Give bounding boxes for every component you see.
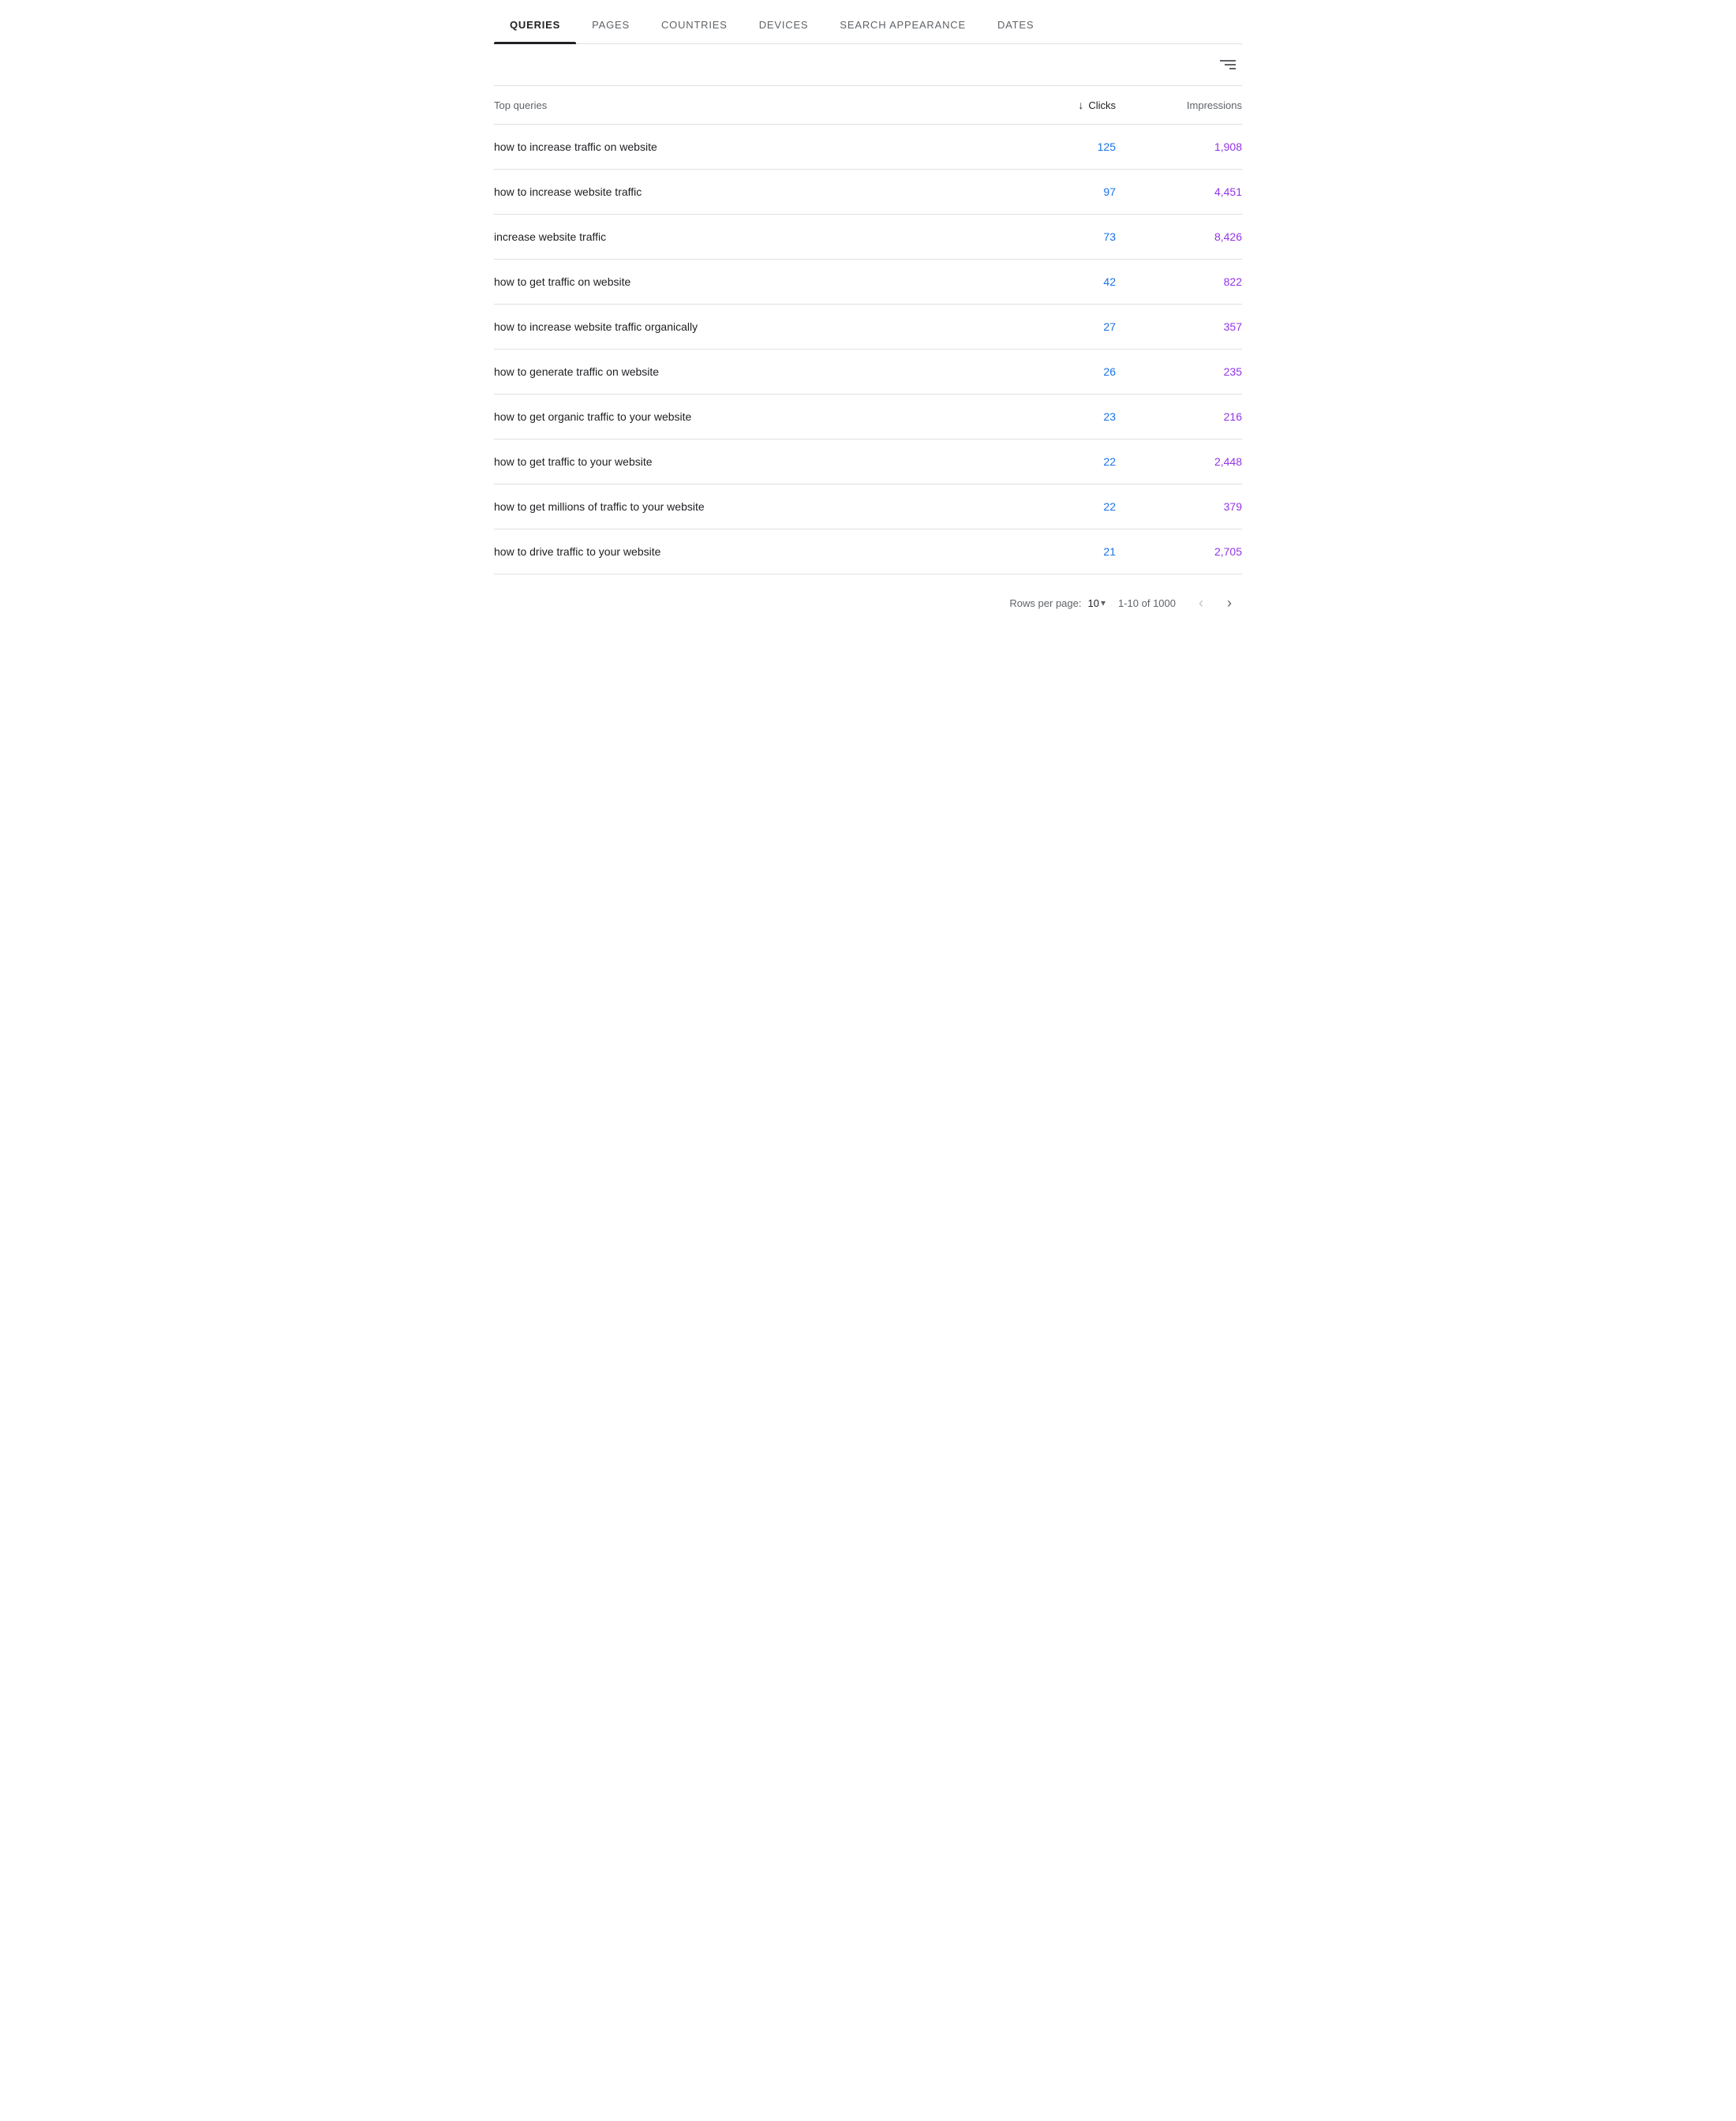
row-impressions-1: 4,451 — [1116, 185, 1242, 198]
rows-dropdown-arrow-icon: ▾ — [1101, 597, 1106, 608]
row-clicks-7: 22 — [990, 455, 1116, 468]
row-clicks-5: 26 — [990, 365, 1116, 378]
tab-countries[interactable]: COUNTRIES — [645, 6, 743, 43]
table-row: how to increase traffic on website1251,9… — [494, 125, 1242, 170]
tab-queries[interactable]: QUERIES — [494, 6, 576, 43]
row-impressions-0: 1,908 — [1116, 140, 1242, 153]
table-row: how to increase website traffic organica… — [494, 305, 1242, 350]
row-query-7[interactable]: how to get traffic to your website — [494, 455, 990, 468]
row-clicks-6: 23 — [990, 410, 1116, 423]
row-clicks-4: 27 — [990, 320, 1116, 333]
row-query-3[interactable]: how to get traffic on website — [494, 275, 990, 288]
row-clicks-9: 21 — [990, 545, 1116, 558]
table-row: how to increase website traffic974,451 — [494, 170, 1242, 215]
row-impressions-5: 235 — [1116, 365, 1242, 378]
rows-per-page-control: Rows per page: 10 ▾ — [1009, 597, 1106, 609]
row-query-4[interactable]: how to increase website traffic organica… — [494, 320, 990, 333]
column-header-query: Top queries — [494, 99, 990, 111]
column-header-clicks[interactable]: ↓ Clicks — [990, 99, 1116, 111]
row-clicks-1: 97 — [990, 185, 1116, 198]
next-page-button[interactable]: › — [1217, 590, 1242, 615]
row-query-5[interactable]: how to generate traffic on website — [494, 365, 990, 378]
row-impressions-7: 2,448 — [1116, 455, 1242, 468]
queries-table: Top queries ↓ Clicks Impressions how to … — [494, 86, 1242, 574]
row-clicks-2: 73 — [990, 230, 1116, 243]
column-header-impressions[interactable]: Impressions — [1116, 99, 1242, 111]
row-impressions-6: 216 — [1116, 410, 1242, 423]
tab-devices[interactable]: DEVICES — [743, 6, 825, 43]
row-impressions-8: 379 — [1116, 500, 1242, 513]
rows-per-page-label: Rows per page: — [1009, 597, 1081, 609]
row-query-1[interactable]: how to increase website traffic — [494, 185, 990, 198]
filter-button[interactable] — [1214, 57, 1242, 73]
table-row: how to generate traffic on website26235 — [494, 350, 1242, 395]
prev-page-button[interactable]: ‹ — [1188, 590, 1214, 615]
table-body: how to increase traffic on website1251,9… — [494, 125, 1242, 574]
table-header: Top queries ↓ Clicks Impressions — [494, 86, 1242, 125]
sort-arrow-icon: ↓ — [1078, 99, 1083, 111]
tab-search-appearance[interactable]: SEARCH APPEARANCE — [824, 6, 982, 43]
row-impressions-3: 822 — [1116, 275, 1242, 288]
page-info: 1-10 of 1000 — [1118, 597, 1176, 609]
tabs-nav: QUERIESPAGESCOUNTRIESDEVICESSEARCH APPEA… — [494, 0, 1242, 44]
rows-per-page-value: 10 — [1087, 597, 1098, 609]
pagination: Rows per page: 10 ▾ 1-10 of 1000 ‹ › — [494, 574, 1242, 631]
row-impressions-2: 8,426 — [1116, 230, 1242, 243]
row-query-0[interactable]: how to increase traffic on website — [494, 140, 990, 153]
row-query-9[interactable]: how to drive traffic to your website — [494, 545, 990, 558]
tab-dates[interactable]: DATES — [982, 6, 1049, 43]
row-clicks-0: 125 — [990, 140, 1116, 153]
table-row: increase website traffic738,426 — [494, 215, 1242, 260]
row-clicks-8: 22 — [990, 500, 1116, 513]
pagination-nav: ‹ › — [1188, 590, 1242, 615]
row-impressions-4: 357 — [1116, 320, 1242, 333]
row-clicks-3: 42 — [990, 275, 1116, 288]
rows-per-page-selector[interactable]: 10 ▾ — [1087, 597, 1106, 609]
table-row: how to get organic traffic to your websi… — [494, 395, 1242, 440]
row-impressions-9: 2,705 — [1116, 545, 1242, 558]
row-query-8[interactable]: how to get millions of traffic to your w… — [494, 500, 990, 513]
row-query-6[interactable]: how to get organic traffic to your websi… — [494, 410, 990, 423]
tab-pages[interactable]: PAGES — [576, 6, 645, 43]
table-row: how to get traffic on website42822 — [494, 260, 1242, 305]
table-row: how to get traffic to your website222,44… — [494, 440, 1242, 484]
filter-bar — [494, 44, 1242, 86]
table-row: how to get millions of traffic to your w… — [494, 484, 1242, 529]
row-query-2[interactable]: increase website traffic — [494, 230, 990, 243]
table-row: how to drive traffic to your website212,… — [494, 529, 1242, 574]
